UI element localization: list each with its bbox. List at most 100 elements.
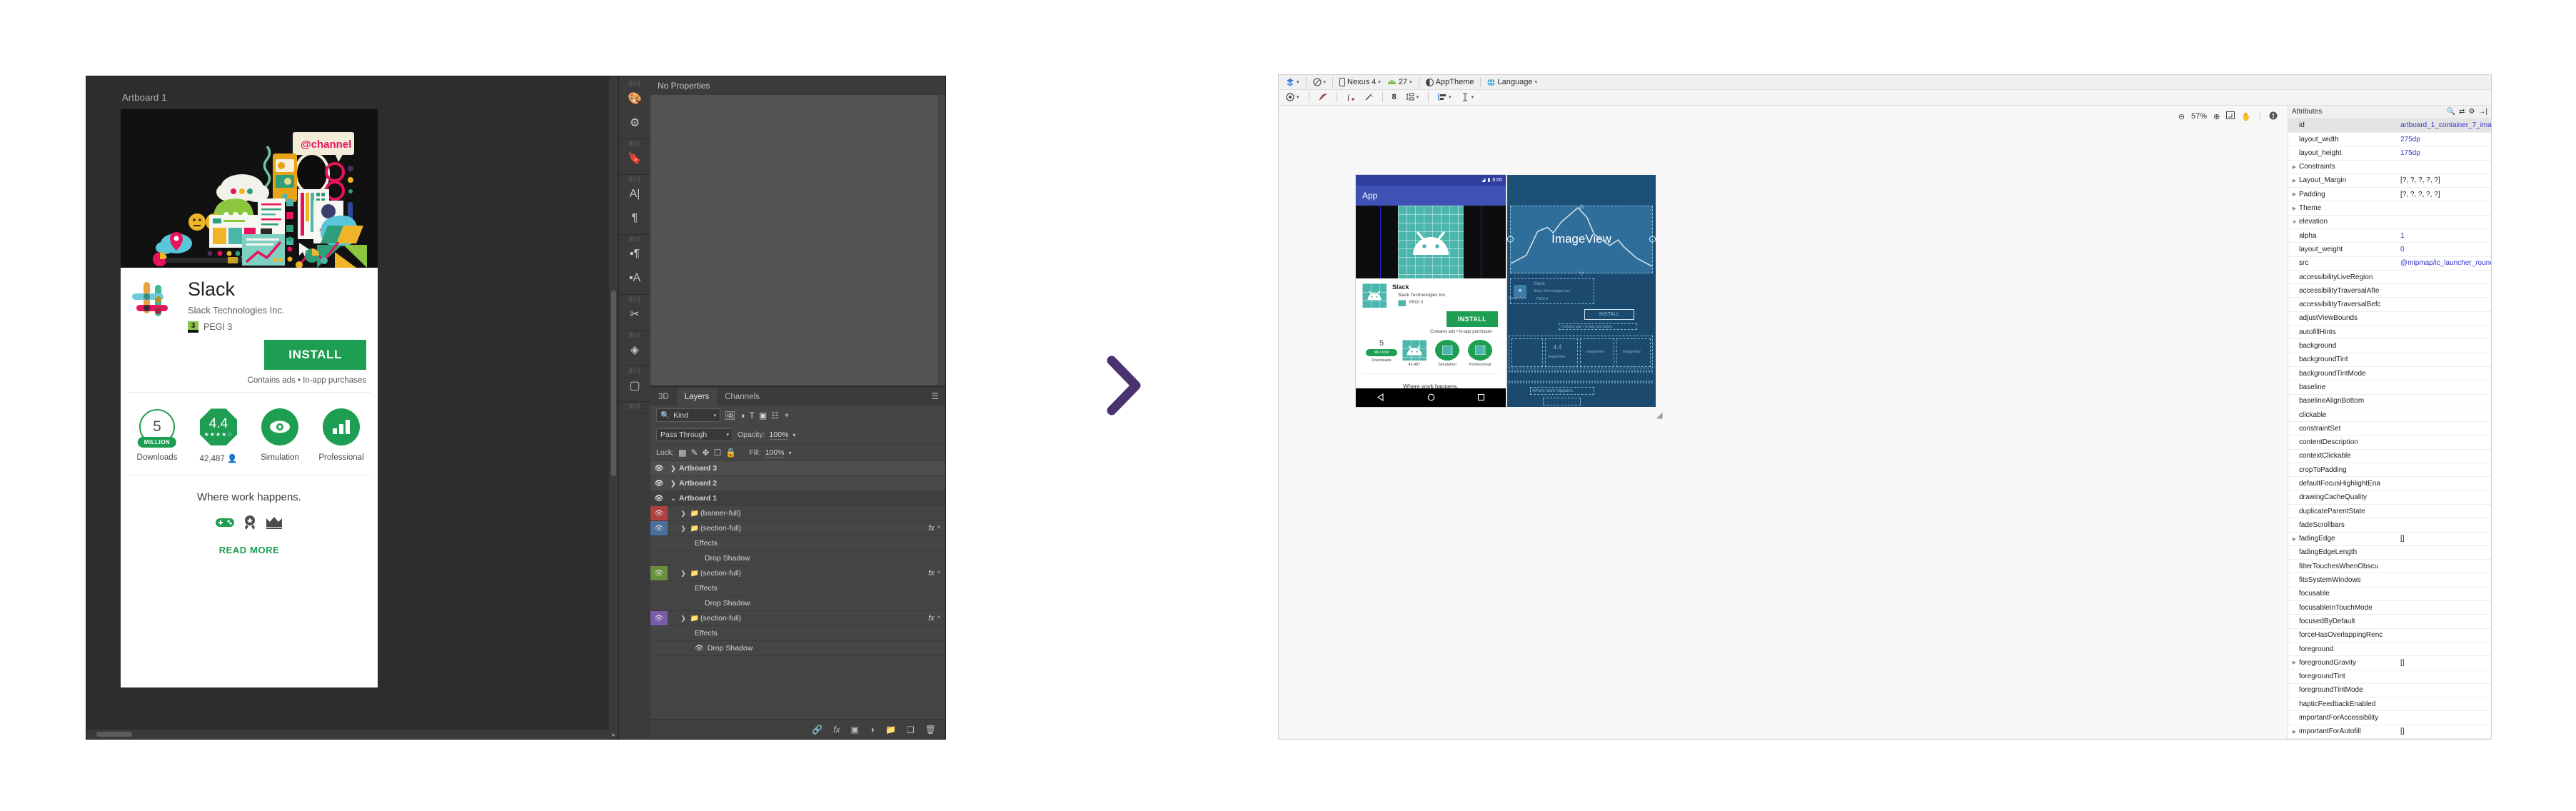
attribute-value[interactable]: []: [2400, 727, 2491, 735]
filter-image-icon[interactable]: 🖼: [725, 410, 735, 420]
dock-grip[interactable]: ||||||: [619, 297, 650, 302]
scrollbar-thumb[interactable]: [96, 732, 132, 737]
adjustment-icon[interactable]: ◑: [870, 725, 875, 735]
blueprint-stat-1[interactable]: [1511, 338, 1543, 367]
attribute-row[interactable]: constraintSet: [2288, 422, 2491, 436]
attribute-row[interactable]: focusedByDefault: [2288, 615, 2491, 629]
attribute-row[interactable]: contentDescription: [2288, 435, 2491, 450]
attribute-row[interactable]: layout_height 175dp: [2288, 146, 2491, 161]
attribute-row[interactable]: cropToPadding: [2288, 463, 2491, 478]
chevron-right-icon[interactable]: ❯: [678, 570, 689, 578]
fx-icon[interactable]: fx: [928, 614, 937, 623]
attribute-row[interactable]: baselineAlignBottom: [2288, 395, 2491, 408]
api-selector[interactable]: 27 ▾: [1385, 76, 1414, 88]
properties-scrollbar[interactable]: [937, 95, 945, 386]
warning-icon[interactable]: [2269, 111, 2278, 122]
constraint-handle-right[interactable]: [1649, 236, 1656, 243]
filter-adjustment-icon[interactable]: ◑: [740, 410, 745, 420]
visibility-eye-icon[interactable]: 👁: [655, 465, 664, 473]
fill-value[interactable]: 100%: [765, 448, 785, 458]
chevron-right-icon[interactable]: ❯: [668, 480, 679, 488]
attribute-row[interactable]: baseline: [2288, 381, 2491, 395]
visibility-eye-icon[interactable]: 👁: [655, 615, 664, 623]
search-icon[interactable]: 🔍: [2447, 108, 2455, 116]
layer-row-effects[interactable]: Effects: [650, 581, 945, 596]
pan-icon[interactable]: ✋: [2241, 112, 2251, 121]
attribute-row[interactable]: fadeScrollbars: [2288, 518, 2491, 533]
dock-grip[interactable]: ||||||: [619, 404, 650, 409]
attribute-row[interactable]: ▶ Theme: [2288, 201, 2491, 216]
filter-toggle-icon[interactable]: ⚬: [783, 410, 790, 420]
recents-icon[interactable]: [1477, 393, 1485, 401]
canvas-horizontal-scrollbar[interactable]: ▸: [86, 730, 618, 739]
attribute-value[interactable]: 175dp: [2400, 149, 2491, 157]
read-more-link[interactable]: READ MORE: [128, 545, 371, 555]
twisty-icon[interactable]: ▶: [2290, 164, 2299, 170]
attribute-row[interactable]: autofillHints: [2288, 326, 2491, 340]
dock-grip[interactable]: ||||||: [619, 141, 650, 146]
layer-row-artboard-1[interactable]: 👁 ⌄ Artboard 1: [650, 491, 945, 506]
attribute-row[interactable]: foregroundTint: [2288, 670, 2491, 684]
blueprint-stat-3[interactable]: ImageView: [1580, 338, 1614, 367]
attribute-row[interactable]: ▶ fadingEdge []: [2288, 533, 2491, 546]
design-toolbar[interactable]: ▾ ▾ Nexus 4 ▾ 27 ▾ AppTheme Language ▾: [1279, 75, 2491, 91]
navigation-bar[interactable]: [1356, 388, 1506, 407]
link-icon[interactable]: 🔗: [812, 725, 822, 735]
visibility-eye-icon[interactable]: 👁: [655, 480, 664, 488]
install-button[interactable]: INSTALL: [1446, 311, 1498, 327]
attribute-value[interactable]: 1: [2400, 232, 2491, 240]
attribute-row[interactable]: ▶ Constraints: [2288, 161, 2491, 174]
folder-icon[interactable]: 📁: [885, 725, 896, 735]
default-margin-value[interactable]: 8: [1390, 91, 1399, 103]
layer-filter-row[interactable]: 🔍 Kind ▾ 🖼 ◑ T ▣ ☷ ⚬: [650, 406, 945, 425]
design-surface-icon[interactable]: ▾: [1284, 76, 1302, 88]
constraint-handle-top[interactable]: △: [1579, 203, 1584, 209]
chevron-right-icon[interactable]: ❯: [678, 615, 689, 623]
home-icon[interactable]: [1427, 393, 1435, 401]
chevron-right-icon[interactable]: ❯: [678, 525, 689, 533]
blueprint-selected-imageview[interactable]: ImageView △ ▽: [1507, 203, 1656, 277]
blueprint-install-button[interactable]: INSTALL: [1584, 308, 1634, 320]
blueprint-description-title[interactable]: Where work happens.: [1530, 386, 1594, 395]
adjustments-icon[interactable]: ✂: [619, 302, 650, 326]
lock-row[interactable]: Lock: ▦ ✎ ✥ ☐ 🔒 Fill: 100% ▾: [650, 445, 945, 461]
layer-row-effects[interactable]: Effects: [650, 626, 945, 641]
twisty-icon[interactable]: ▶: [2290, 206, 2299, 211]
attribute-row[interactable]: background: [2288, 339, 2491, 353]
pack-icon[interactable]: ▾: [1404, 91, 1422, 103]
attribute-row[interactable]: hapticFeedbackEnabled: [2288, 697, 2491, 712]
attribute-row[interactable]: backgroundTint: [2288, 353, 2491, 367]
attribute-row[interactable]: fitsSystemWindows: [2288, 573, 2491, 588]
chevron-down-icon[interactable]: ▾: [789, 450, 792, 456]
attribute-row[interactable]: ▶ importantForAutofill []: [2288, 725, 2491, 739]
lock-artboard-icon[interactable]: ☐: [714, 448, 722, 458]
visibility-eye-icon[interactable]: 👁: [655, 510, 664, 518]
design-surface[interactable]: ⊖ 57% ⊕ ✋ ◢ ▮ 8:00 App Slack Slack Techn…: [1279, 106, 2288, 739]
layer-row-banner-full[interactable]: 👁 ❯ 📁 (banner-full): [650, 506, 945, 521]
attribute-row[interactable]: ▶ foregroundGravity []: [2288, 656, 2491, 670]
gear-icon[interactable]: ⚙: [2468, 108, 2475, 116]
dock-grip[interactable]: ||||||: [619, 333, 650, 338]
attribute-value[interactable]: 275dp: [2400, 136, 2491, 143]
collapse-icon[interactable]: →|: [2478, 108, 2487, 116]
clear-constraints-icon[interactable]: [1317, 91, 1329, 103]
orientation-icon[interactable]: ▾: [1311, 76, 1329, 88]
chevron-right-icon[interactable]: ❯: [678, 510, 689, 518]
photoshop-panel-dock[interactable]: |||||| 🎨 ⚙ |||||| 🔖 |||||| A| ¶ |||||| ▪…: [618, 76, 650, 739]
attributes-list[interactable]: id artboard_1_container_7_image_1 layout_w…: [2288, 119, 2491, 739]
photoshop-canvas[interactable]: Artboard 1 @channel Slack Slack Technolo…: [86, 76, 618, 739]
mask-icon[interactable]: ▣: [850, 725, 858, 735]
locale-selector[interactable]: Language ▾: [1485, 76, 1539, 88]
attribute-row[interactable]: id artboard_1_container_7_image_1: [2288, 119, 2491, 133]
attribute-value[interactable]: [?, ?, ?, ?, ?]: [2400, 176, 2491, 184]
layer-row-artboard-2[interactable]: 👁 ❯ Artboard 2: [650, 476, 945, 491]
brush-settings-icon[interactable]: ⚙: [619, 111, 650, 135]
attribute-row[interactable]: fadingEdgeLength: [2288, 546, 2491, 560]
opacity-value[interactable]: 100%: [769, 430, 789, 440]
visibility-eye-icon[interactable]: 👁: [655, 570, 664, 578]
panel-menu-icon[interactable]: ☰: [931, 392, 939, 401]
eye-icon[interactable]: ▾: [1284, 91, 1302, 103]
layer-row-artboard-3[interactable]: 👁 ❯ Artboard 3: [650, 461, 945, 476]
visibility-eye-icon[interactable]: 👁: [655, 525, 664, 533]
blueprint-stat-2[interactable]: 4.4 ImageView: [1545, 338, 1578, 367]
